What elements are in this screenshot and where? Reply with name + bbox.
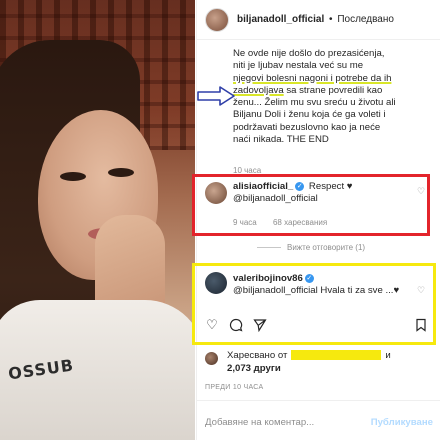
add-comment-input[interactable]: Добавяне на коментар... <box>205 417 314 428</box>
author-username[interactable]: biljanadoll_official <box>237 14 324 25</box>
caption-line: zadovoljava sa strane povredili kao <box>233 85 433 97</box>
photo-eye-right <box>108 168 134 177</box>
post-header-text: biljanadoll_official • Последвано <box>237 14 394 25</box>
view-replies-link[interactable]: Вижте отговорите (1) <box>257 243 365 252</box>
post-time-ago: ПРЕДИ 10 ЧАСА <box>205 384 264 391</box>
caption-line: naći nikada. THE END <box>233 134 329 146</box>
likes-line: Харесвано от и <box>227 350 391 361</box>
header-separator: • <box>329 14 333 25</box>
photo-eye-left <box>60 172 86 181</box>
post-caption: Ne ovde nije došlo do prezasićenja, niti… <box>233 48 433 146</box>
redacted-username <box>291 350 382 361</box>
liker-avatar[interactable] <box>205 352 218 365</box>
likes-prefix: Харесвано от <box>227 350 288 361</box>
likes-others[interactable]: 2,073 други <box>227 363 281 374</box>
add-comment-bar: Добавяне на коментар... Публикуване <box>197 400 440 440</box>
caption-line: niti je ljubav nestala već su me <box>233 60 364 72</box>
replies-divider <box>257 247 281 248</box>
highlight-box-red <box>192 174 430 236</box>
publish-button[interactable]: Публикуване <box>371 417 433 428</box>
caption-word-highlighted: zadovoljava <box>233 84 284 96</box>
likes-summary: Харесвано от и 2,073 други <box>205 350 440 376</box>
post-header: biljanadoll_official • Последвано <box>197 0 440 40</box>
highlight-box-yellow <box>192 263 436 345</box>
post-photo: OSSUB <box>0 0 195 440</box>
author-avatar[interactable] <box>205 7 229 32</box>
caption-line: podržavati bezuslovno kao ja neće <box>233 121 381 133</box>
follow-status[interactable]: Последвано <box>337 14 394 25</box>
caption-line-rest: sa strane povredili kao <box>283 84 383 96</box>
caption-line-highlighted: njegovi bolesni nagoni i potrebe da ih <box>233 72 392 84</box>
caption-line: Biljanu Doli i ženu koja će ga voleti i <box>233 109 386 121</box>
likes-suffix: и <box>385 350 391 361</box>
caption-line: ženu... Želim mu svu sreću u životu ali <box>233 97 396 109</box>
annotation-arrow-icon <box>197 86 235 106</box>
view-replies-label: Вижте отговорите (1) <box>287 243 366 252</box>
caption-line: Ne ovde nije došlo do prezasićenja, <box>233 48 385 59</box>
